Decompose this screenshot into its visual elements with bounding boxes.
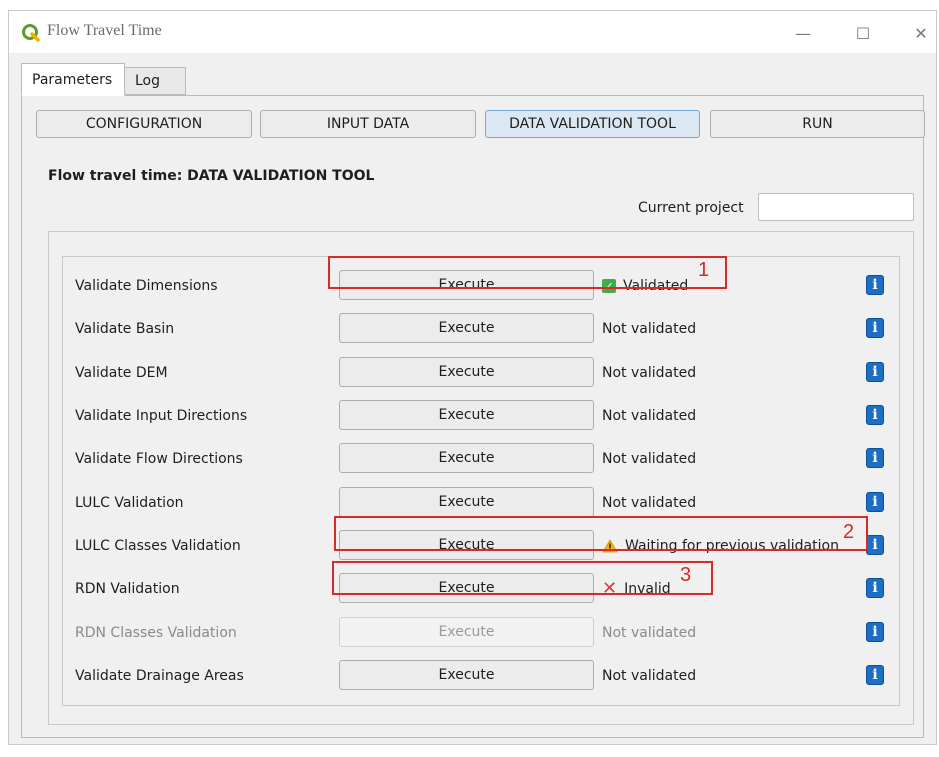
row-validate-input-directions: Validate Input Directions Execute Not va… bbox=[63, 400, 899, 432]
row-label: Validate Flow Directions bbox=[75, 451, 243, 467]
row-lulc-validation: LULC Validation Execute Not validated i bbox=[63, 487, 899, 519]
status-text: Not validated bbox=[602, 408, 696, 424]
status-text: ✓ Validated bbox=[602, 278, 688, 294]
status-label: Invalid bbox=[624, 581, 671, 597]
current-project-label: Current project bbox=[638, 200, 744, 216]
row-lulc-classes-validation: LULC Classes Validation Execute Waiting … bbox=[63, 530, 899, 562]
annotation-number-3: 3 bbox=[680, 564, 692, 586]
validation-group-outer: Validate Dimensions Execute ✓ Validated … bbox=[48, 231, 914, 725]
status-text: Not validated bbox=[602, 625, 696, 641]
data-validation-tool-button[interactable]: DATA VALIDATION TOOL bbox=[485, 110, 700, 138]
status-label: Not validated bbox=[602, 625, 697, 641]
status-text: Not validated bbox=[602, 365, 696, 381]
status-label: Not validated bbox=[602, 668, 697, 684]
row-label: Validate Dimensions bbox=[75, 278, 218, 294]
row-label: Validate Input Directions bbox=[75, 408, 248, 424]
info-icon[interactable]: i bbox=[866, 622, 884, 642]
tab-log[interactable]: Log bbox=[124, 67, 186, 95]
status-label: Not validated bbox=[602, 321, 697, 337]
info-icon[interactable]: i bbox=[866, 578, 884, 598]
status-text: ✕ Invalid bbox=[602, 578, 671, 599]
info-icon[interactable]: i bbox=[866, 535, 884, 555]
info-icon[interactable]: i bbox=[866, 405, 884, 425]
status-label: Waiting for previous validation bbox=[625, 538, 839, 554]
status-text: Not validated bbox=[602, 451, 696, 467]
info-icon[interactable]: i bbox=[866, 665, 884, 685]
status-text: Not validated bbox=[602, 668, 696, 684]
execute-button: Execute bbox=[339, 617, 594, 647]
title-bar: Flow Travel Time — ☐ ✕ bbox=[9, 11, 936, 53]
page-title: Flow travel time: DATA VALIDATION TOOL bbox=[48, 168, 375, 184]
info-icon[interactable]: i bbox=[866, 275, 884, 295]
status-text: Waiting for previous validation bbox=[602, 538, 839, 554]
execute-button[interactable]: Execute bbox=[339, 357, 594, 387]
status-label: Not validated bbox=[602, 365, 697, 381]
row-label: Validate Basin bbox=[75, 321, 175, 337]
configuration-button[interactable]: CONFIGURATION bbox=[36, 110, 252, 138]
info-icon[interactable]: i bbox=[866, 362, 884, 382]
status-label: Validated bbox=[623, 278, 689, 294]
row-label: RDN Classes Validation bbox=[75, 625, 237, 641]
row-validate-basin: Validate Basin Execute Not validated i bbox=[63, 313, 899, 345]
check-icon: ✓ bbox=[602, 279, 616, 293]
row-validate-dem: Validate DEM Execute Not validated i bbox=[63, 357, 899, 389]
validation-group: Validate Dimensions Execute ✓ Validated … bbox=[62, 256, 900, 706]
status-label: Not validated bbox=[602, 408, 697, 424]
parameters-panel: CONFIGURATION INPUT DATA DATA VALIDATION… bbox=[21, 95, 925, 738]
row-label: LULC Validation bbox=[75, 495, 184, 511]
close-button[interactable]: ✕ bbox=[907, 19, 935, 47]
row-label: Validate Drainage Areas bbox=[75, 668, 244, 684]
run-button[interactable]: RUN bbox=[710, 110, 925, 138]
current-project-input[interactable] bbox=[758, 193, 914, 221]
info-icon[interactable]: i bbox=[866, 448, 884, 468]
row-rdn-classes-validation: RDN Classes Validation Execute Not valid… bbox=[63, 617, 899, 649]
x-icon: ✕ bbox=[602, 578, 618, 599]
execute-button[interactable]: Execute bbox=[339, 660, 594, 690]
row-rdn-validation: RDN Validation Execute ✕ Invalid i bbox=[63, 573, 899, 605]
execute-button[interactable]: Execute bbox=[339, 487, 594, 517]
row-validate-drainage-areas: Validate Drainage Areas Execute Not vali… bbox=[63, 660, 899, 692]
minimize-button[interactable]: — bbox=[789, 19, 817, 47]
execute-button[interactable]: Execute bbox=[339, 443, 594, 473]
annotation-number-2: 2 bbox=[843, 521, 855, 543]
status-label: Not validated bbox=[602, 451, 697, 467]
row-label: LULC Classes Validation bbox=[75, 538, 241, 554]
execute-button[interactable]: Execute bbox=[339, 530, 594, 560]
execute-button[interactable]: Execute bbox=[339, 400, 594, 430]
tab-parameters[interactable]: Parameters bbox=[21, 63, 125, 96]
execute-button[interactable]: Execute bbox=[339, 313, 594, 343]
row-validate-flow-directions: Validate Flow Directions Execute Not val… bbox=[63, 443, 899, 475]
window-title: Flow Travel Time bbox=[47, 22, 162, 39]
status-text: Not validated bbox=[602, 495, 696, 511]
status-text: Not validated bbox=[602, 321, 696, 337]
input-data-button[interactable]: INPUT DATA bbox=[260, 110, 476, 138]
info-icon[interactable]: i bbox=[866, 318, 884, 338]
qgis-logo-icon bbox=[22, 24, 40, 42]
flow-travel-time-window: Flow Travel Time — ☐ ✕ Parameters Log CO… bbox=[8, 10, 937, 745]
info-icon[interactable]: i bbox=[866, 492, 884, 512]
maximize-button[interactable]: ☐ bbox=[849, 19, 877, 47]
row-label: Validate DEM bbox=[75, 365, 168, 381]
execute-button[interactable]: Execute bbox=[339, 573, 594, 603]
warning-icon bbox=[602, 539, 618, 553]
execute-button[interactable]: Execute bbox=[339, 270, 594, 300]
status-label: Not validated bbox=[602, 495, 697, 511]
row-label: RDN Validation bbox=[75, 581, 180, 597]
annotation-number-1: 1 bbox=[698, 259, 710, 281]
row-validate-dimensions: Validate Dimensions Execute ✓ Validated … bbox=[63, 270, 899, 302]
